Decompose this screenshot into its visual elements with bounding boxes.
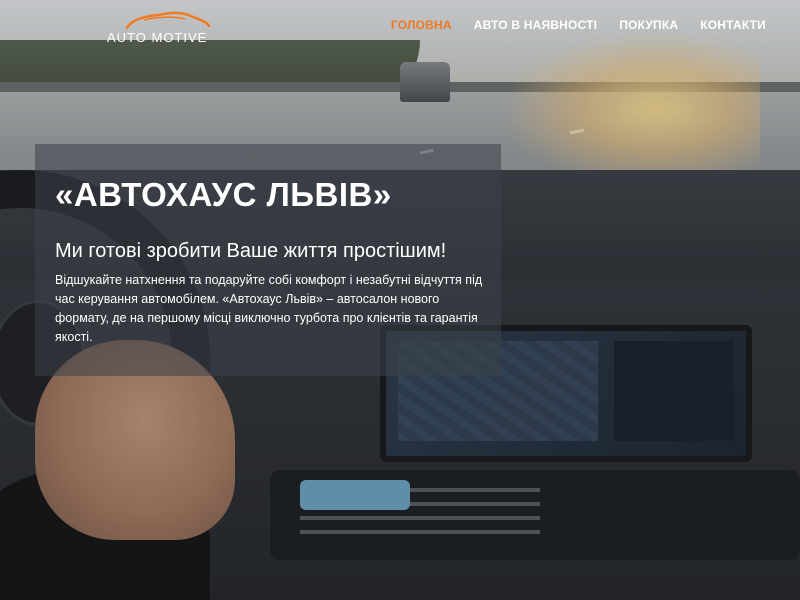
hero-title: «АВТОХАУС ЛЬВІВ»: [55, 176, 392, 213]
hero-panel: «АВТОХАУС ЛЬВІВ» Ми готові зробити Ваше …: [35, 144, 501, 376]
logo-text: AUTO MOTIVE: [107, 30, 208, 45]
nav-item-cars-in-stock[interactable]: АВТО В НАЯВНОСТІ: [474, 18, 597, 32]
hero-subtitle: Ми готові зробити Ваше життя простішим!: [55, 240, 447, 262]
main-nav: ГОЛОВНА АВТО В НАЯВНОСТІ ПОКУПКА КОНТАКТ…: [391, 18, 766, 32]
nav-item-home[interactable]: ГОЛОВНА: [391, 18, 452, 32]
site-logo[interactable]: AUTO MOTIVE: [105, 8, 211, 48]
hero-description: Відшукайте натхнення та подаруйте собі к…: [55, 273, 483, 344]
nav-item-contacts[interactable]: КОНТАКТИ: [700, 18, 766, 32]
site-header: AUTO MOTIVE ГОЛОВНА АВТО В НАЯВНОСТІ ПОК…: [0, 0, 800, 58]
nav-item-purchase[interactable]: ПОКУПКА: [619, 18, 678, 32]
car-silhouette-icon: [125, 11, 211, 30]
